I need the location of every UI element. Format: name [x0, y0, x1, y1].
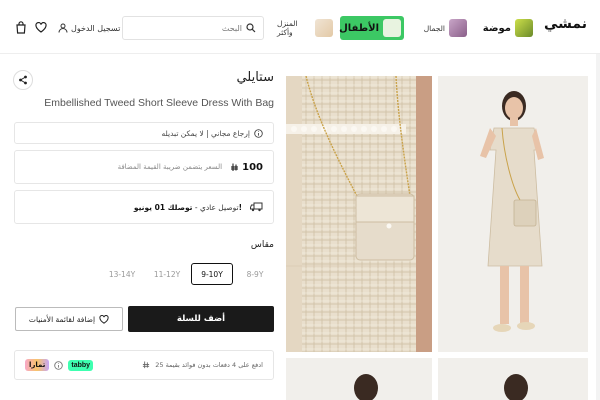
category-kids-label: الأطفال — [339, 22, 379, 34]
installments-box: تمارا tabby ادفع على 4 دفعات بدون فوائد … — [14, 350, 274, 380]
product-image-thumb-1[interactable] — [286, 358, 432, 400]
riyal-currency-icon — [143, 361, 150, 369]
category-home-label: المنزل وأكثر — [277, 19, 298, 37]
site-logo[interactable]: نمشي — [544, 16, 587, 32]
installments-text: ادفع على 4 دفعات بدون فوائد بقيمة 25 — [155, 361, 263, 369]
size-option-11-12y[interactable]: 11-12Y — [146, 263, 188, 285]
product-image-closeup[interactable] — [286, 76, 432, 352]
search-placeholder: البحث — [221, 23, 242, 33]
truck-icon — [250, 202, 263, 212]
add-to-wishlist-button[interactable]: إضافة لقائمة الأمنيات — [15, 307, 123, 331]
size-option-13-14y[interactable]: 13-14Y — [101, 263, 143, 285]
return-policy: إرجاع مجاني | لا يمكن تبديله — [14, 122, 274, 144]
home-thumbnail — [315, 19, 333, 37]
search-icon — [246, 23, 256, 33]
vat-note: السعر يتضمن ضريبة القيمة المضافة — [117, 163, 223, 171]
add-to-cart-button[interactable]: أضف للسلة — [128, 306, 274, 332]
heart-icon[interactable] — [34, 20, 48, 34]
tamara-badge[interactable]: تمارا — [25, 359, 50, 371]
shipping-text: توصيل عادي - توصلك 01 يونيو! — [134, 203, 242, 212]
product-brand[interactable]: ستايلي — [236, 70, 274, 85]
size-option-9-10y[interactable]: 9-10Y — [191, 263, 233, 285]
share-icon — [19, 75, 27, 85]
top-header: تسجيل الدخول البحث المنزل وأكثر الأطفال … — [0, 0, 600, 54]
product-image-thumb-2[interactable] — [438, 358, 588, 400]
category-beauty[interactable]: الجمال — [412, 16, 470, 40]
search-input[interactable]: البحث — [122, 16, 264, 40]
price-box: السعر يتضمن ضريبة القيمة المضافة 100 — [14, 150, 274, 184]
shipping-type: توصيل عادي - — [192, 202, 239, 212]
wishlist-label: إضافة لقائمة الأمنيات — [28, 314, 96, 324]
login-link[interactable]: تسجيل الدخول — [58, 20, 120, 36]
product-title: Embellished Tweed Short Sleeve Dress Wit… — [44, 97, 274, 109]
category-home[interactable]: المنزل وأكثر — [274, 16, 336, 40]
shipping-info: توصيل عادي - توصلك 01 يونيو! — [14, 190, 274, 224]
category-fashion[interactable]: موضة — [476, 16, 536, 40]
cart-icon[interactable] — [14, 20, 28, 34]
price: 100 — [230, 162, 263, 173]
size-label: مقاس — [250, 240, 274, 250]
beauty-thumbnail — [449, 19, 467, 37]
category-fashion-label: موضة — [482, 22, 511, 34]
product-image-model[interactable] — [438, 76, 588, 352]
category-kids[interactable]: الأطفال — [339, 16, 404, 40]
return-policy-text: إرجاع مجاني | لا يمكن تبديله — [161, 128, 250, 138]
fashion-thumbnail — [515, 19, 533, 37]
heart-icon — [99, 314, 109, 324]
user-icon — [58, 23, 68, 33]
category-beauty-label: الجمال — [423, 23, 445, 33]
share-button[interactable] — [13, 70, 33, 90]
tabby-badge[interactable]: tabby — [68, 359, 94, 371]
kids-thumbnail — [383, 19, 401, 37]
riyal-currency-icon — [231, 163, 239, 171]
price-value: 100 — [242, 161, 263, 173]
page-scrollbar[interactable] — [596, 54, 600, 400]
info-icon[interactable] — [54, 360, 64, 370]
size-option-8-9y[interactable]: 8-9Y — [234, 263, 276, 285]
info-icon[interactable] — [254, 128, 263, 138]
login-label: تسجيل الدخول — [71, 23, 121, 33]
